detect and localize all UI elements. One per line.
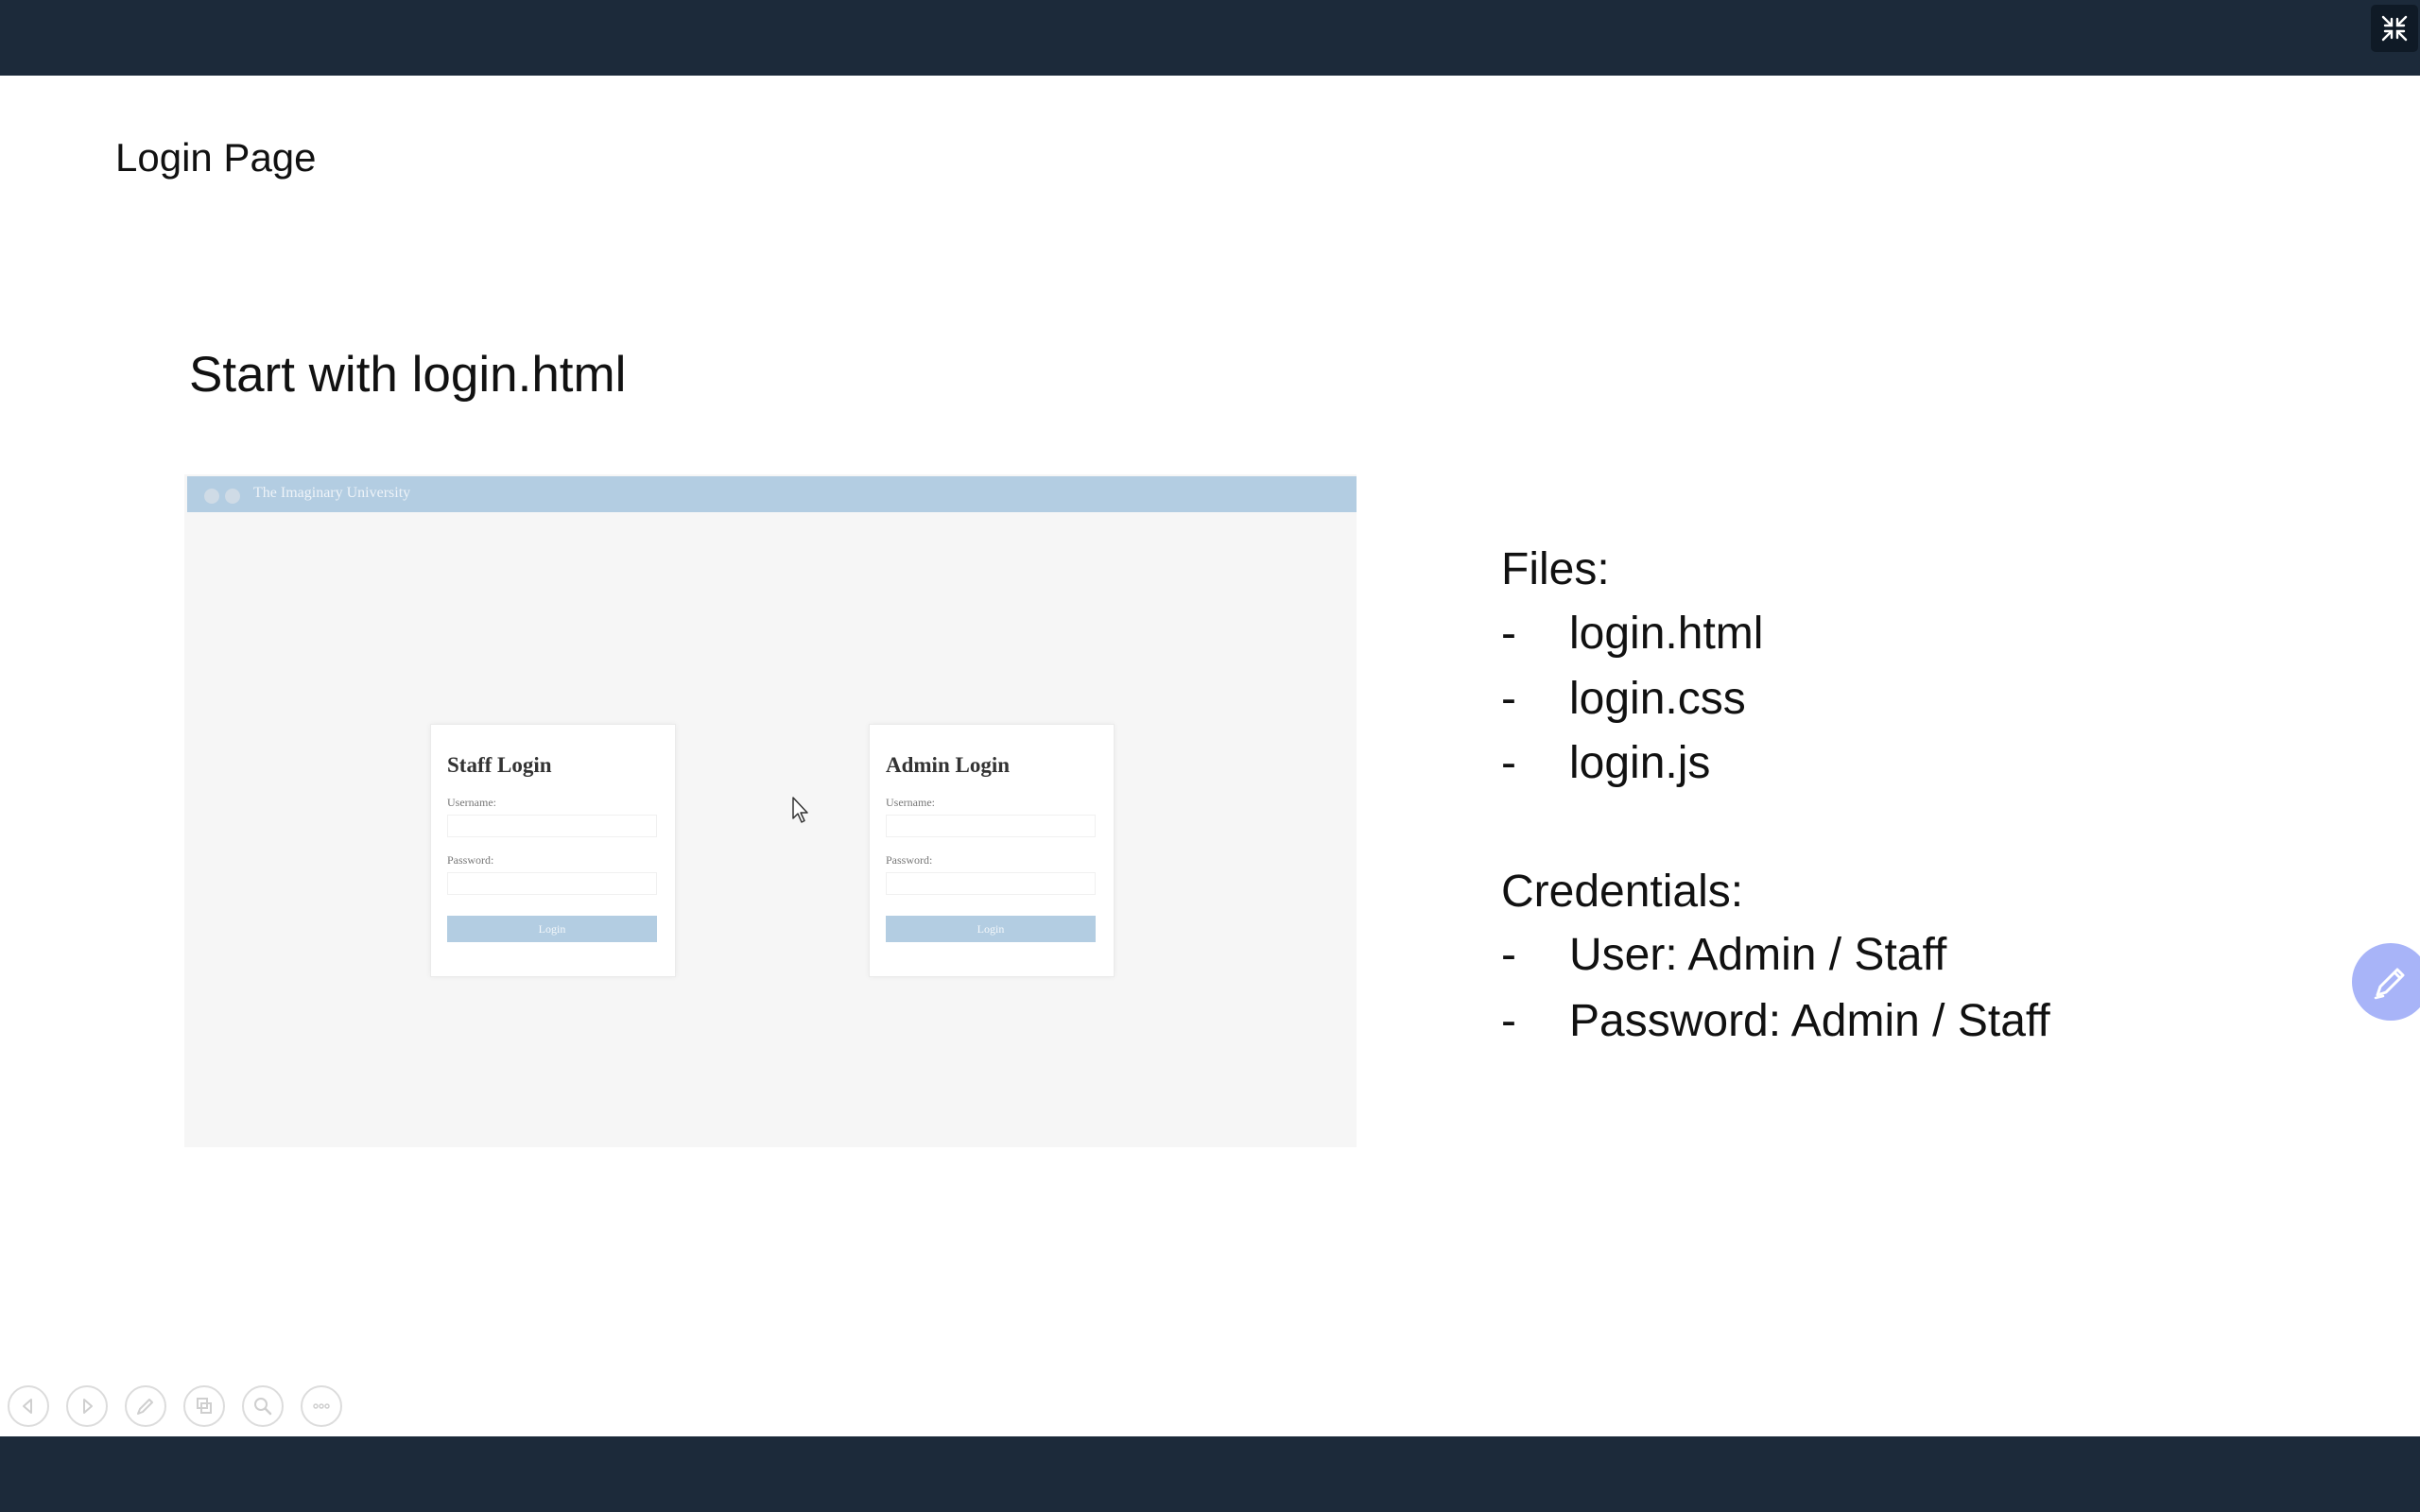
exit-fullscreen-button[interactable] [2371,5,2418,52]
top-bar [0,0,2420,76]
see-all-slides-icon [197,1398,212,1414]
bottom-bar [0,1436,2420,1512]
file-name: login.js [1569,738,1711,788]
file-name: login.css [1569,674,1746,724]
pen-icon [2374,968,2405,1000]
zoom-button[interactable] [242,1385,284,1427]
staff-login-button: Login [447,916,657,942]
admin-login-card: Admin Login Username: Password: Login [869,724,1115,977]
zoom-icon [254,1398,272,1416]
admin-login-title: Admin Login [886,753,1011,777]
see-all-slides-button[interactable] [183,1385,225,1427]
files-heading: Files: [1501,544,1610,594]
slide-canvas: Login Page Start with login.html The Ima… [0,76,2420,1436]
mockup-app-title: The Imaginary University [253,485,411,501]
window-dot-icon [204,489,219,504]
mockup-title-bar: The Imaginary University [187,476,1357,512]
file-name: login.html [1569,609,1764,659]
admin-password-input [886,872,1096,895]
staff-login-card: Staff Login Username: Password: Login [430,724,676,977]
more-options-icon [313,1403,330,1409]
staff-password-label: Password: [447,853,494,867]
mouse-cursor-icon [792,797,808,823]
admin-login-button: Login [886,916,1096,942]
list-dash: - [1501,738,1516,788]
credentials-heading: Credentials: [1501,867,1744,917]
previous-slide-icon [23,1399,32,1414]
list-dash: - [1501,996,1516,1046]
slide-heading: Start with login.html [189,347,627,403]
pen-tool-button[interactable] [125,1385,166,1427]
admin-password-label: Password: [886,853,933,867]
staff-username-label: Username: [447,796,496,809]
list-dash: - [1501,609,1516,659]
pen-tool-icon [137,1399,153,1415]
list-dash: - [1501,674,1516,724]
staff-password-input [447,872,657,895]
credential-text: Password: Admin / Staff [1569,996,2050,1046]
next-slide-button[interactable] [66,1385,108,1427]
previous-slide-button[interactable] [8,1385,49,1427]
list-dash: - [1501,930,1516,980]
admin-username-label: Username: [886,796,935,809]
admin-username-input [886,815,1096,837]
login-mockup-screenshot: The Imaginary University Staff Login Use… [184,474,1357,1147]
staff-login-title: Staff Login [447,753,552,777]
next-slide-icon [83,1399,93,1414]
staff-username-input [447,815,657,837]
page-title: Login Page [115,135,317,180]
pen-annotation-button[interactable] [2352,943,2420,1021]
more-options-button[interactable] [301,1385,342,1427]
credential-text: User: Admin / Staff [1569,930,1947,980]
window-dot-icon [225,489,240,504]
exit-fullscreen-icon [2381,15,2408,42]
